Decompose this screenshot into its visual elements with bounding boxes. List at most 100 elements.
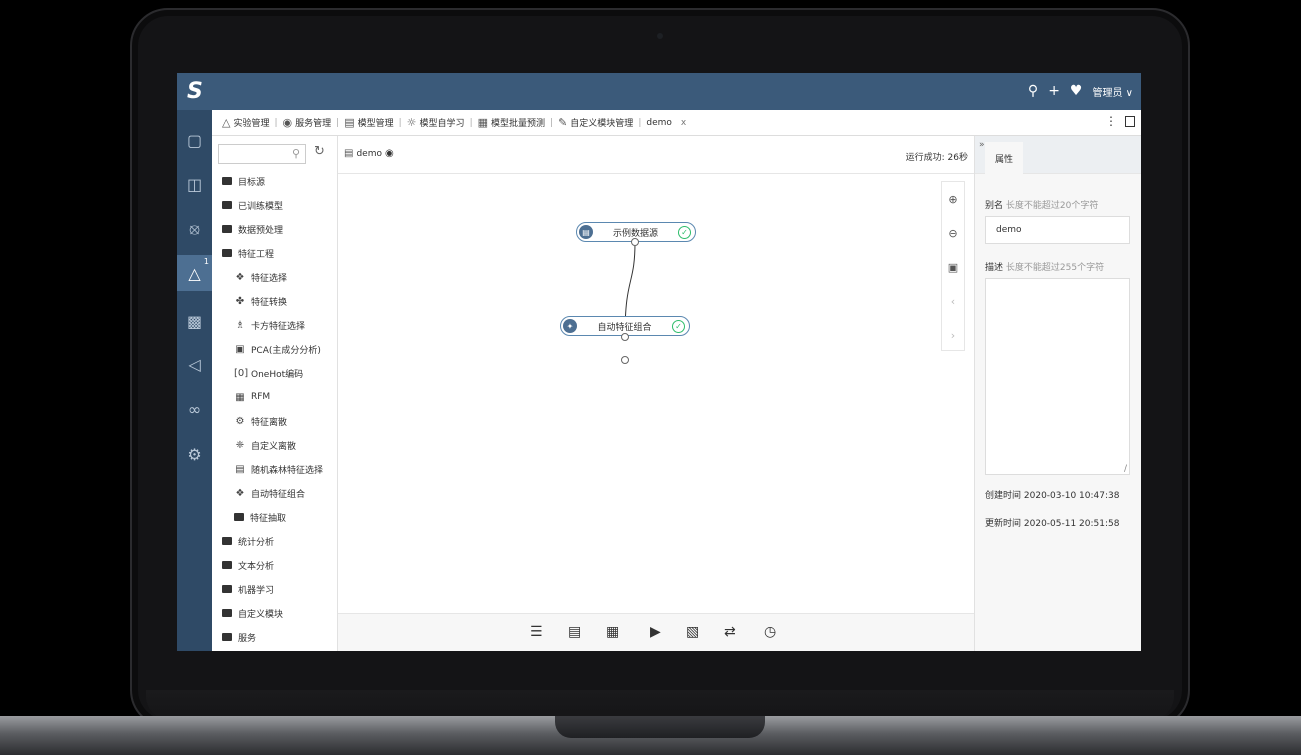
zoom-out-icon[interactable]: ⊖ xyxy=(942,216,964,250)
tree-item[interactable]: 机器学习 xyxy=(212,577,337,601)
tree-item[interactable]: ▤ 随机森林特征选择 xyxy=(212,457,337,481)
onehot-icon: [0] xyxy=(234,367,249,379)
tree-item-label: 自动特征组合 xyxy=(251,489,306,500)
export-icon[interactable]: ▧ xyxy=(686,624,699,640)
tab-label: 自定义模块管理 xyxy=(570,119,634,129)
canvas-edges xyxy=(622,241,636,338)
pca-icon: ▣ xyxy=(235,343,245,355)
folder-open-icon xyxy=(222,249,232,257)
tab-separator: | xyxy=(398,117,402,128)
description-field[interactable]: ∕ xyxy=(985,278,1130,475)
bell-icon[interactable]: ♥ xyxy=(1070,83,1083,99)
tab-model-management[interactable]: ▤ 模型管理 xyxy=(344,116,393,129)
created-time: 创建时间 2020-03-10 10:47:38 xyxy=(985,488,1119,501)
more-icon[interactable]: ⋮ xyxy=(1105,114,1117,128)
chart-icon[interactable]: ▩ xyxy=(177,303,212,339)
tree-item[interactable]: ❖ 特征选择 xyxy=(212,265,337,289)
save-as-icon[interactable]: ▦ xyxy=(606,624,619,640)
tree-item[interactable]: 特征抽取 xyxy=(212,505,337,529)
tree-item-label: RFM xyxy=(251,392,271,402)
component-tree: ⚲ ↻ 目标源已训练模型 数据预处理 特征工程 ❖ 特征选择 ✤ 特征转换 ♗ 卡方特征选择 ▣ P… xyxy=(212,136,338,651)
tree-item[interactable]: ✤ 特征转换 xyxy=(212,289,337,313)
refresh-icon[interactable]: ↻ xyxy=(314,144,325,159)
chevron-right-icon[interactable]: › xyxy=(942,318,964,352)
tree-item[interactable]: 数据预处理 xyxy=(212,217,337,241)
node-label: 示例数据源 xyxy=(612,228,658,239)
tab-demo[interactable]: demo x xyxy=(646,118,686,128)
tree-item[interactable]: [0] OneHot编码 xyxy=(212,361,337,385)
input-port[interactable] xyxy=(621,333,629,341)
tree-item[interactable]: ▦ RFM xyxy=(212,385,337,409)
tab-separator: | xyxy=(638,117,642,128)
tree-item[interactable]: 已训练模型 xyxy=(212,193,337,217)
tree-item[interactable]: ⚙ 特征离散 xyxy=(212,409,337,433)
workflow-icon[interactable]: ∞ xyxy=(177,391,212,427)
maximize-icon[interactable] xyxy=(1125,115,1135,127)
run-icon[interactable]: ▶ xyxy=(650,624,661,640)
switch-icon[interactable]: ⇄ xyxy=(724,624,736,640)
monitor-icon[interactable]: ▢ xyxy=(177,122,212,158)
tab-properties[interactable]: 属性 xyxy=(985,142,1023,174)
tab-custom-module-management[interactable]: ✎ 自定义模块管理 xyxy=(558,116,633,129)
user-menu[interactable]: 管理员 ∨ xyxy=(1092,84,1133,99)
tree-item-label: 自定义模块 xyxy=(238,609,284,620)
alias-field[interactable]: demo xyxy=(985,216,1130,244)
tree-search-input[interactable]: ⚲ xyxy=(218,144,306,164)
datasource-icon: ▤ xyxy=(579,225,593,239)
chevron-right-icon[interactable]: » xyxy=(979,140,985,150)
tab-service-management[interactable]: ◉ 服务管理 xyxy=(283,116,332,129)
output-port[interactable] xyxy=(621,356,629,364)
output-port[interactable] xyxy=(631,238,639,246)
experiment-icon[interactable]: △ 1 xyxy=(177,255,212,291)
laptop-notch xyxy=(555,716,765,738)
list-icon[interactable]: ☰ xyxy=(530,624,543,640)
canvas-footer-toolbar: ☰ ▤ ▦ ▶ ▧ ⇄ ◷ xyxy=(338,613,974,651)
tree-item[interactable]: ❈ 自定义离散 xyxy=(212,433,337,457)
description-label-text: 描述 xyxy=(985,263,1004,273)
tree-item-label: 目标源 xyxy=(238,177,266,188)
flask-icon: △ xyxy=(222,116,231,129)
folder-icon xyxy=(222,609,232,617)
updated-label: 更新时间 xyxy=(985,519,1022,529)
tab-model-self-learning[interactable]: ☼ 模型自学习 xyxy=(407,116,465,129)
tools-icon[interactable]: ⚙ xyxy=(177,436,212,472)
tree-item[interactable]: 目标源 xyxy=(212,169,337,193)
chevron-left-icon[interactable]: ‹ xyxy=(942,284,964,318)
edit-icon: ✎ xyxy=(558,116,568,129)
tree-item[interactable]: 自定义模块 xyxy=(212,601,337,625)
save-icon[interactable]: ▤ xyxy=(568,624,581,640)
resize-handle-icon[interactable]: ∕ xyxy=(1124,464,1127,474)
tree-item[interactable]: 服务 xyxy=(212,625,337,649)
search-icon[interactable]: ⚲ xyxy=(1028,83,1038,99)
top-bar-actions: ⚲ + ♥ 管理员 ∨ xyxy=(1028,83,1133,99)
schedule-icon[interactable]: ◷ xyxy=(764,624,776,640)
tab-separator: | xyxy=(274,117,278,128)
app-logo[interactable]: S xyxy=(187,79,203,104)
tree-item-label: 文本分析 xyxy=(238,561,275,572)
success-icon: ✓ xyxy=(672,319,685,333)
tree-item[interactable]: ▣ PCA(主成分分析) xyxy=(212,337,337,361)
tree-item[interactable]: ♗ 卡方特征选择 xyxy=(212,313,337,337)
plus-icon[interactable]: + xyxy=(1048,83,1060,99)
custom-discrete-icon: ❈ xyxy=(235,439,245,451)
folder-icon xyxy=(222,201,232,209)
close-icon[interactable]: x xyxy=(681,118,686,128)
discrete-icon: ⚙ xyxy=(235,415,245,427)
fit-icon[interactable]: ▣ xyxy=(942,250,964,284)
sidebar: ▢ ◫ ⦻ △ 1 ▩ ◁ ∞ ⚙ xyxy=(177,110,212,651)
tree-item[interactable]: 统计分析 xyxy=(212,529,337,553)
tree-item[interactable]: ❖ 自动特征组合 xyxy=(212,481,337,505)
camera xyxy=(657,33,663,39)
tab-experiment-management[interactable]: △ 实验管理 xyxy=(222,116,269,129)
zoom-toolbar: ⊕ ⊖ ▣ ‹ › xyxy=(941,181,965,351)
send-icon[interactable]: ◁ xyxy=(177,346,212,382)
database-icon[interactable]: ◫ xyxy=(177,166,212,202)
tab-batch-prediction[interactable]: ▦ 模型批量预测 xyxy=(478,116,545,129)
cube-icon[interactable]: ⦻ xyxy=(177,211,212,247)
tree-item[interactable]: 文本分析 xyxy=(212,553,337,577)
auto-combine-icon: ✦ xyxy=(563,319,577,333)
folder-icon xyxy=(222,225,232,233)
tree-item[interactable]: 特征工程 xyxy=(212,241,337,265)
tab-label: 实验管理 xyxy=(233,119,270,129)
zoom-in-icon[interactable]: ⊕ xyxy=(942,182,964,216)
